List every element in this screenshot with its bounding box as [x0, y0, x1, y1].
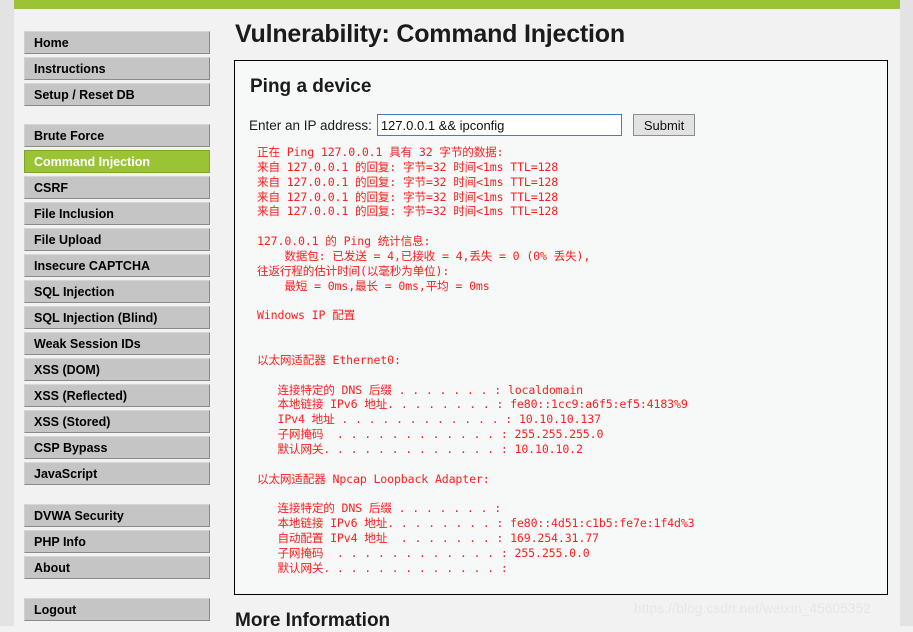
sidebar-item-xss-dom[interactable]: XSS (DOM)	[24, 358, 210, 381]
ip-address-input[interactable]	[376, 114, 622, 136]
sidebar-item-file-upload[interactable]: File Upload	[24, 228, 210, 251]
sidebar-item-xss-reflected[interactable]: XSS (Reflected)	[24, 384, 210, 407]
vulnerability-panel: Ping a device Enter an IP address: Submi…	[234, 60, 888, 595]
sidebar-item-sql-injection-blind[interactable]: SQL Injection (Blind)	[24, 306, 210, 329]
sidebar-item-sql-injection[interactable]: SQL Injection	[24, 280, 210, 303]
sidebar-group-general: Home Instructions Setup / Reset DB	[14, 31, 222, 106]
sidebar-item-weak-session-ids[interactable]: Weak Session IDs	[24, 332, 210, 355]
page-title: Vulnerability: Command Injection	[235, 20, 625, 48]
sidebar-item-instructions[interactable]: Instructions	[24, 57, 210, 80]
command-output: 正在 Ping 127.0.0.1 具有 32 字节的数据: 来自 127.0.…	[257, 145, 695, 575]
sidebar-group-vulnerabilities: Brute Force Command Injection CSRF File …	[14, 124, 222, 485]
sidebar-item-logout[interactable]: Logout	[24, 598, 210, 621]
sidebar-item-about[interactable]: About	[24, 556, 210, 579]
sidebar-item-csrf[interactable]: CSRF	[24, 176, 210, 199]
sidebar-item-command-injection[interactable]: Command Injection	[24, 150, 210, 173]
more-information-heading: More Information	[235, 610, 391, 631]
sidebar-item-csp-bypass[interactable]: CSP Bypass	[24, 436, 210, 459]
sidebar-navigation: Home Instructions Setup / Reset DB Brute…	[14, 9, 222, 626]
ping-form: Enter an IP address: Submit	[249, 114, 873, 136]
sidebar-item-file-inclusion[interactable]: File Inclusion	[24, 202, 210, 225]
sidebar-group-settings: DVWA Security PHP Info About	[14, 504, 222, 579]
sidebar-item-php-info[interactable]: PHP Info	[24, 530, 210, 553]
sidebar-item-setup-reset-db[interactable]: Setup / Reset DB	[24, 83, 210, 106]
sidebar-item-insecure-captcha[interactable]: Insecure CAPTCHA	[24, 254, 210, 277]
ip-address-label: Enter an IP address:	[249, 117, 372, 133]
sidebar-item-xss-stored[interactable]: XSS (Stored)	[24, 410, 210, 433]
sidebar-item-javascript[interactable]: JavaScript	[24, 462, 210, 485]
sidebar-group-session: Logout	[14, 598, 222, 621]
sidebar-item-dvwa-security[interactable]: DVWA Security	[24, 504, 210, 527]
watermark-text: https://blog.csdn.net/weixin_45605352	[634, 601, 872, 616]
main-content: Vulnerability: Command Injection Ping a …	[234, 9, 900, 626]
submit-button[interactable]: Submit	[632, 114, 696, 136]
top-accent-bar	[14, 0, 900, 9]
panel-heading: Ping a device	[250, 76, 372, 97]
sidebar-item-brute-force[interactable]: Brute Force	[24, 124, 210, 147]
left-page-strip	[0, 0, 14, 626]
right-page-strip	[900, 0, 913, 626]
sidebar-item-home[interactable]: Home	[24, 31, 210, 54]
